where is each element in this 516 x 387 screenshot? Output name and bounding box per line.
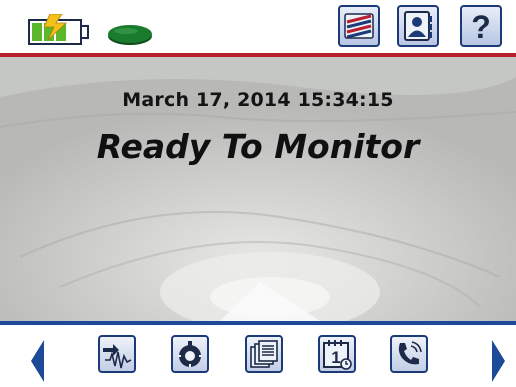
reports-button[interactable] (245, 335, 283, 373)
documents-icon (250, 340, 278, 368)
battery-charging-icon (28, 14, 89, 45)
dial-icon (178, 341, 202, 367)
contact-card-icon (404, 11, 432, 41)
arrow-right-icon[interactable] (490, 340, 506, 382)
help-label: ? (471, 9, 491, 44)
start-monitoring-button[interactable] (98, 335, 136, 373)
help-button[interactable]: ? (460, 5, 502, 47)
date-time-display: March 17, 2014 15:34:15 (122, 89, 394, 111)
event-log-button[interactable] (338, 5, 380, 47)
device-screen: ? March 17, 2014 15:34:15 Ready To Monit… (0, 0, 516, 387)
status-indicator-icon (108, 25, 152, 45)
call-button[interactable] (390, 335, 428, 373)
status-message: Ready To Monitor (96, 127, 420, 166)
calendar-label: 1 (331, 348, 340, 367)
calendar-button[interactable]: 1 (318, 335, 356, 373)
phone-icon (398, 341, 422, 365)
waveform-icon (103, 344, 132, 369)
settings-button[interactable] (171, 335, 209, 373)
contacts-button[interactable] (397, 5, 439, 47)
help-icon: ? (471, 9, 491, 44)
calendar-icon: 1 (323, 340, 352, 370)
event-log-icon (344, 13, 374, 39)
arrow-left-icon[interactable] (30, 340, 46, 382)
